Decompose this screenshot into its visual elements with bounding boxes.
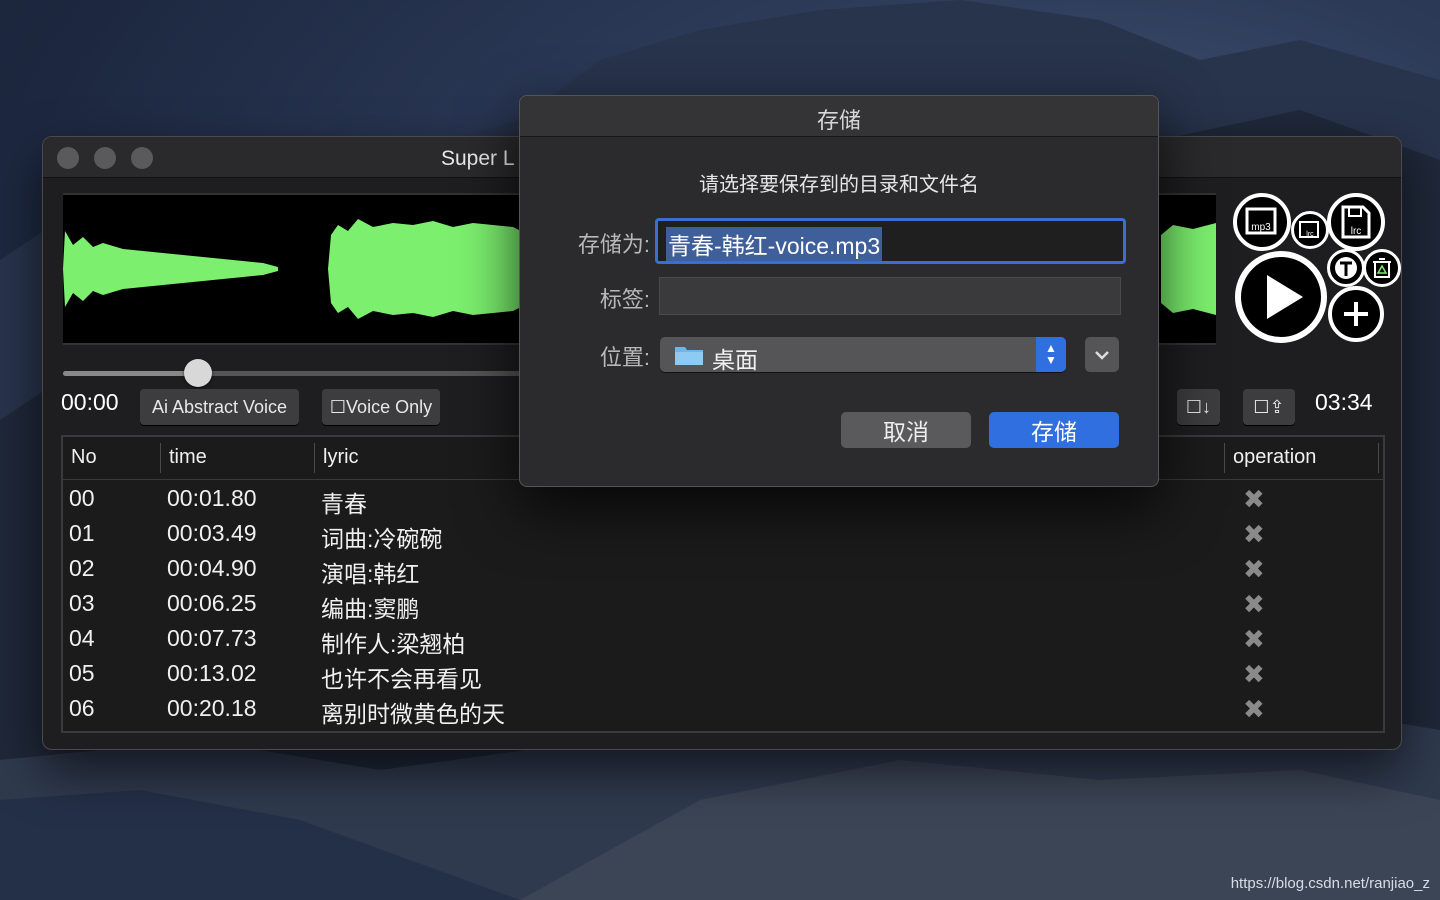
save-button[interactable]: 存储: [989, 412, 1119, 448]
text-icon[interactable]: [1327, 249, 1365, 287]
location-label: 位置:: [599, 345, 650, 370]
table-row[interactable]: 05 00:13.02 也许不会再看见 ✖: [63, 656, 1383, 692]
open-mp3-icon[interactable]: mp3: [1233, 193, 1291, 251]
dialog-titlebar: 存储: [520, 96, 1158, 137]
location-value: 桌面: [712, 347, 758, 373]
header-separator: [160, 443, 161, 473]
open-lrc-icon[interactable]: lrc: [1291, 211, 1329, 249]
minimize-window-button[interactable]: [94, 147, 116, 169]
folder-icon: [675, 347, 703, 365]
row-lyric: 编曲:窦鹏: [321, 596, 420, 622]
save-as-label: 存储为:: [577, 232, 650, 257]
row-lyric: 演唱:韩红: [321, 561, 420, 587]
header-operation[interactable]: operation: [1233, 446, 1316, 469]
row-lyric: 离别时微黄色的天: [321, 701, 505, 727]
row-time: 00:01.80: [167, 485, 257, 511]
ai-abstract-voice-button[interactable]: Ai Abstract Voice: [140, 389, 299, 425]
tags-input[interactable]: [659, 277, 1121, 315]
seek-slider-fill: [63, 371, 198, 376]
delete-icon[interactable]: ✖: [1243, 554, 1265, 585]
table-row[interactable]: 02 00:04.90 演唱:韩红 ✖: [63, 551, 1383, 587]
dialog-message: 请选择要保存到的目录和文件名: [699, 174, 979, 196]
watermark: https://blog.csdn.net/ranjiao_z: [1230, 875, 1430, 892]
row-time: 00:04.90: [167, 555, 257, 581]
row-no: 04: [69, 625, 95, 651]
down-button[interactable]: ☐↓: [1177, 389, 1220, 425]
tags-label: 标签:: [599, 287, 650, 312]
row-time: 00:20.18: [167, 695, 257, 721]
chevron-updown-icon: ▲ ▼: [1036, 337, 1066, 372]
row-time: 00:03.49: [167, 520, 257, 546]
cancel-button[interactable]: 取消: [841, 412, 971, 448]
mp3-icon-label: mp3: [1251, 222, 1271, 233]
header-separator: [1224, 443, 1225, 473]
row-no: 03: [69, 590, 95, 616]
lrc-icon-label: lrc: [1306, 231, 1314, 238]
save-lrc-icon[interactable]: lrc: [1327, 193, 1385, 251]
delete-icon[interactable]: ✖: [1243, 484, 1265, 515]
play-icon[interactable]: [1235, 251, 1327, 343]
chevron-down-icon: [1095, 351, 1109, 360]
table-row[interactable]: 01 00:03.49 词曲:冷碗碗 ✖: [63, 516, 1383, 552]
zoom-window-button[interactable]: [131, 147, 153, 169]
close-window-button[interactable]: [57, 147, 79, 169]
header-no[interactable]: No: [71, 446, 97, 469]
delete-icon[interactable]: ✖: [1243, 694, 1265, 725]
delete-icon[interactable]: ✖: [1243, 624, 1265, 655]
delete-icon[interactable]: ✖: [1243, 659, 1265, 690]
header-lyric[interactable]: lyric: [323, 446, 359, 469]
row-no: 02: [69, 555, 95, 581]
app-title: Super L: [441, 147, 515, 170]
row-lyric: 制作人:梁翘柏: [321, 631, 466, 657]
voice-only-checkbox[interactable]: ☐Voice Only: [322, 389, 440, 425]
seek-slider-knob[interactable]: [184, 359, 212, 387]
row-time: 00:13.02: [167, 660, 257, 686]
row-lyric: 也许不会再看见: [321, 666, 482, 692]
row-no: 05: [69, 660, 95, 686]
delete-icon[interactable]: ✖: [1243, 519, 1265, 550]
current-time: 00:00: [61, 389, 119, 415]
row-no: 01: [69, 520, 95, 546]
header-time[interactable]: time: [169, 446, 207, 469]
total-time: 03:34: [1315, 389, 1373, 415]
expand-dialog-button[interactable]: [1085, 337, 1119, 372]
clear-icon[interactable]: [1363, 249, 1401, 287]
header-separator: [314, 443, 315, 473]
seek-slider-track[interactable]: [63, 371, 533, 376]
filename-value: 青春-韩红-voice.mp3: [666, 227, 883, 261]
table-row[interactable]: 03 00:06.25 编曲:窦鹏 ✖: [63, 586, 1383, 622]
row-no: 00: [69, 485, 95, 511]
table-row[interactable]: 04 00:07.73 制作人:梁翘柏 ✖: [63, 621, 1383, 657]
save-dialog: 存储 请选择要保存到的目录和文件名 存储为: 青春-韩红-voice.mp3 标…: [519, 95, 1159, 487]
row-lyric: 青春: [321, 491, 367, 517]
location-popup[interactable]: 桌面 ▲ ▼: [660, 337, 1066, 373]
row-no: 06: [69, 695, 95, 721]
row-time: 00:07.73: [167, 625, 257, 651]
add-icon[interactable]: [1328, 286, 1384, 342]
filename-input[interactable]: 青春-韩红-voice.mp3: [655, 218, 1126, 264]
row-lyric: 词曲:冷碗碗: [321, 526, 443, 552]
dialog-title: 存储: [816, 108, 861, 133]
delete-icon[interactable]: ✖: [1243, 589, 1265, 620]
lrc-save-icon-label: lrc: [1351, 226, 1362, 237]
upload-button[interactable]: ☐⇪: [1243, 389, 1295, 425]
header-separator: [1378, 443, 1379, 473]
row-time: 00:06.25: [167, 590, 257, 616]
table-row[interactable]: 06 00:20.18 离别时微黄色的天 ✖: [63, 691, 1383, 727]
